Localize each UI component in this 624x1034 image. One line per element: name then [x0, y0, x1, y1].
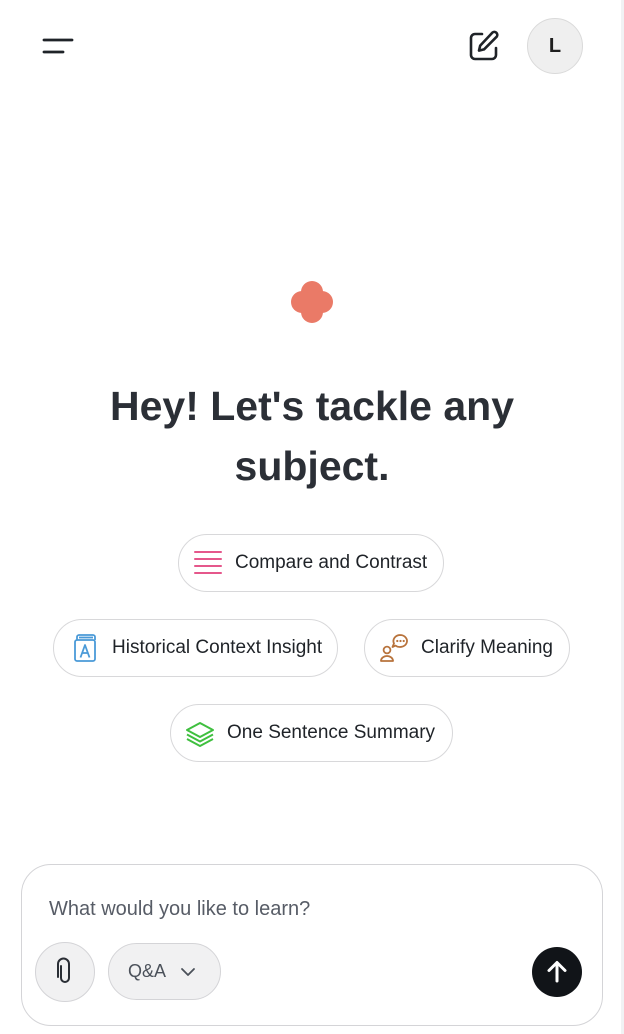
message-input[interactable] [49, 891, 549, 927]
lines-icon [193, 548, 223, 578]
suggestion-one-sentence-summary[interactable]: One Sentence Summary [170, 704, 453, 762]
chip-label: Compare and Contrast [235, 552, 428, 573]
page-title: Hey! Let's tackle any subject. [110, 383, 514, 489]
message-composer: Q&A [21, 864, 603, 1026]
mode-select[interactable]: Q&A [108, 943, 221, 1000]
chip-label: Historical Context Insight [112, 637, 323, 658]
paperclip-icon [57, 957, 70, 983]
suggestion-historical-context-insight[interactable]: Historical Context Insight [53, 619, 338, 677]
menu-button[interactable] [38, 28, 78, 64]
chip-label: One Sentence Summary [227, 722, 436, 743]
avatar[interactable]: L [527, 18, 583, 74]
chip-label: Clarify Meaning [421, 637, 553, 658]
send-button[interactable] [532, 947, 582, 997]
suggestion-compare-and-contrast[interactable]: Compare and Contrast [178, 534, 444, 592]
speech-person-icon [379, 633, 409, 663]
layers-icon [185, 718, 215, 748]
menu-icon [42, 38, 74, 54]
chevron-down-icon [181, 967, 195, 976]
avatar-initial: L [548, 34, 562, 57]
edit-icon [469, 30, 499, 61]
book-icon [70, 633, 100, 663]
new-chat-button[interactable] [463, 25, 505, 67]
flower-logo [288, 278, 336, 326]
app-page: L Hey! Let's tackle any subject. Compare… [0, 0, 624, 1034]
suggestion-clarify-meaning[interactable]: Clarify Meaning [364, 619, 570, 677]
mode-label: Q&A [128, 961, 167, 981]
arrow-up-icon [547, 961, 567, 983]
attach-button[interactable] [35, 942, 95, 1002]
